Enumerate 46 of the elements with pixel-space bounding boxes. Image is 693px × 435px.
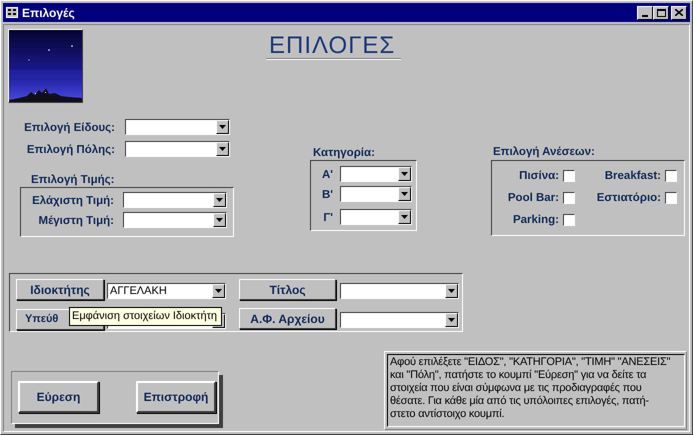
checkbox[interactable] <box>665 170 677 182</box>
field-label: Β' <box>320 188 333 203</box>
return-button[interactable]: Επιστροφή <box>136 381 216 413</box>
tooltip: Εμφάνιση στοιχείων Ιδιοκτήτη <box>69 307 222 326</box>
field-label: Πισίνα: <box>518 169 559 184</box>
minimize-button[interactable] <box>637 6 653 20</box>
maximize-icon <box>656 8 666 16</box>
field-label: Επιλογή Είδους: <box>23 121 115 136</box>
combo-box[interactable] <box>340 312 459 328</box>
close-button[interactable] <box>671 6 687 20</box>
checkbox[interactable] <box>563 214 575 226</box>
field-label: Επιλογή Πόλης: <box>26 143 115 158</box>
field-label: Εστιατόριο: <box>596 191 661 206</box>
search-button[interactable]: Εύρεση <box>18 381 99 413</box>
combo-box[interactable] <box>123 212 227 228</box>
form-icon <box>6 7 18 18</box>
maximize-button[interactable] <box>653 6 669 20</box>
field-label: Γ' <box>322 211 333 226</box>
instructions-text: Αφού επιλέξετε "ΕΙΔΟΣ", "ΚΑΤΗΓΟΡΙΑ", "ΤΙΜΗ" "ΑΝΕΣΕΙΣ" και "Πόλη", πατήστε το κουμπί "Εύρεση" για να δείτε τα στοιχεία που είναι σύμφωνα με τις προδιαγραφές που θέσατε. Για κάθε μία από τις υπόλοιπες επιλογές, πατή- στετο αντίστοιχο κουμπί. <box>387 354 685 427</box>
combo-box[interactable] <box>125 141 230 157</box>
lookup-button[interactable]: Τίτλος <box>239 279 336 300</box>
field-label: Μέγιστη Τιμή: <box>38 214 114 229</box>
combo-box[interactable] <box>340 283 459 299</box>
field-label: Ελάχιστη Τιμή: <box>31 194 114 209</box>
combo-box[interactable] <box>340 166 412 182</box>
field-label: Επιλογή Ανέσεων: <box>493 145 595 160</box>
close-icon <box>675 9 683 16</box>
form-heading: ΕΠΙΛΟΓΕΣ <box>269 31 396 61</box>
window-title: Επιλογές <box>22 4 75 22</box>
checkbox[interactable] <box>563 192 575 204</box>
combo-box[interactable] <box>340 209 412 225</box>
field-label: Επιλογή Τιμής: <box>31 173 114 188</box>
checkbox[interactable] <box>563 170 575 182</box>
lookup-button[interactable]: Ιδιοκτήτης <box>16 279 104 300</box>
field-label: Κατηγορία: <box>313 146 375 161</box>
field-label: Pool Bar: <box>506 191 559 206</box>
field-label: Breakfast: <box>604 169 661 184</box>
combo-box[interactable] <box>340 186 412 202</box>
field-label: Α' <box>320 168 333 183</box>
combo-box[interactable] <box>125 119 230 135</box>
combo-box[interactable] <box>123 192 227 208</box>
combo-box[interactable]: ΑΓΓΕΛΑΚΗ <box>107 283 226 299</box>
minimize-icon <box>642 14 648 16</box>
field-label: Parking: <box>512 213 559 228</box>
checkbox[interactable] <box>665 192 677 204</box>
lookup-button[interactable]: Α.Φ. Αρχείου <box>239 308 336 329</box>
